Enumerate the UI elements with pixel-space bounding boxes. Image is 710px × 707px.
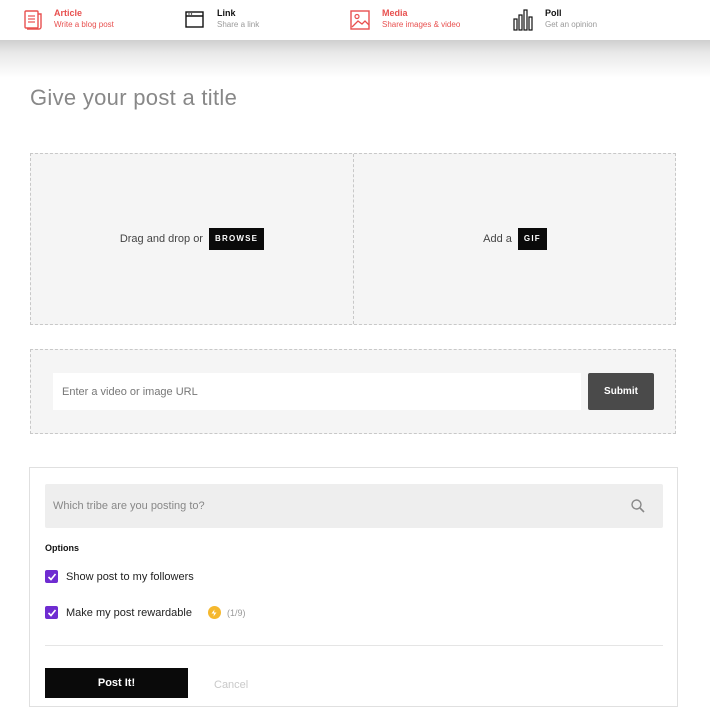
option-label: Show post to my followers (66, 570, 194, 583)
post-type-article[interactable]: Article Write a blog post (22, 8, 172, 32)
option-label: Make my post rewardable (66, 606, 192, 619)
post-it-button[interactable]: Post It! (45, 668, 188, 698)
upload-dropzone[interactable]: Drag and drop or BROWSE Add a GIF (30, 153, 676, 325)
post-type-sub: Write a blog post (54, 20, 114, 29)
add-gif-area[interactable]: Add a GIF (354, 154, 676, 324)
url-box: Submit (30, 349, 676, 434)
submit-url-button[interactable]: Submit (588, 373, 654, 410)
post-type-name: Article (54, 8, 83, 18)
header-shadow (0, 40, 710, 78)
cancel-button[interactable]: Cancel (214, 679, 248, 691)
checkbox-checked[interactable] (45, 606, 58, 619)
tribe-search[interactable] (45, 484, 663, 528)
option-rewardable[interactable]: Make my post rewardable (1/9) (45, 606, 245, 619)
checkmark-icon (47, 572, 56, 581)
media-url-input[interactable] (53, 373, 581, 410)
post-type-sub: Share a link (217, 20, 260, 29)
post-options-panel: Options Show post to my followers Make m… (29, 467, 678, 707)
tribe-search-input[interactable] (45, 484, 631, 528)
drag-drop-text: Drag and drop or (119, 233, 203, 245)
option-show-followers[interactable]: Show post to my followers (45, 570, 194, 583)
post-type-name: Poll (545, 8, 562, 18)
post-type-name: Media (382, 8, 408, 18)
post-type-media[interactable]: Media Share images & video (350, 8, 500, 32)
panel-divider (45, 645, 663, 646)
post-type-poll[interactable]: Poll Get an opinion (513, 8, 663, 32)
checkmark-icon (47, 608, 56, 617)
post-type-link[interactable]: Link Share a link (185, 8, 335, 32)
article-icon (24, 10, 42, 30)
image-icon (350, 10, 370, 30)
post-title-input[interactable] (30, 82, 670, 114)
options-heading: Options (45, 543, 79, 553)
reward-count: (1/9) (226, 607, 246, 618)
browse-button[interactable]: BROWSE (208, 228, 265, 250)
coin-icon (207, 606, 221, 619)
drag-drop-area[interactable]: Drag and drop or BROWSE (31, 154, 353, 324)
post-type-name: Link (217, 8, 236, 18)
post-type-sub: Get an opinion (545, 20, 598, 29)
gif-button[interactable]: GIF (517, 228, 547, 250)
post-type-sub: Share images & video (382, 20, 461, 29)
poll-bars-icon (513, 9, 533, 31)
search-icon[interactable] (630, 498, 646, 514)
checkbox-checked[interactable] (45, 570, 58, 583)
post-type-bar: Article Write a blog post Link Share a l… (0, 0, 710, 40)
link-window-icon (185, 11, 204, 28)
add-gif-text: Add a (483, 233, 512, 245)
